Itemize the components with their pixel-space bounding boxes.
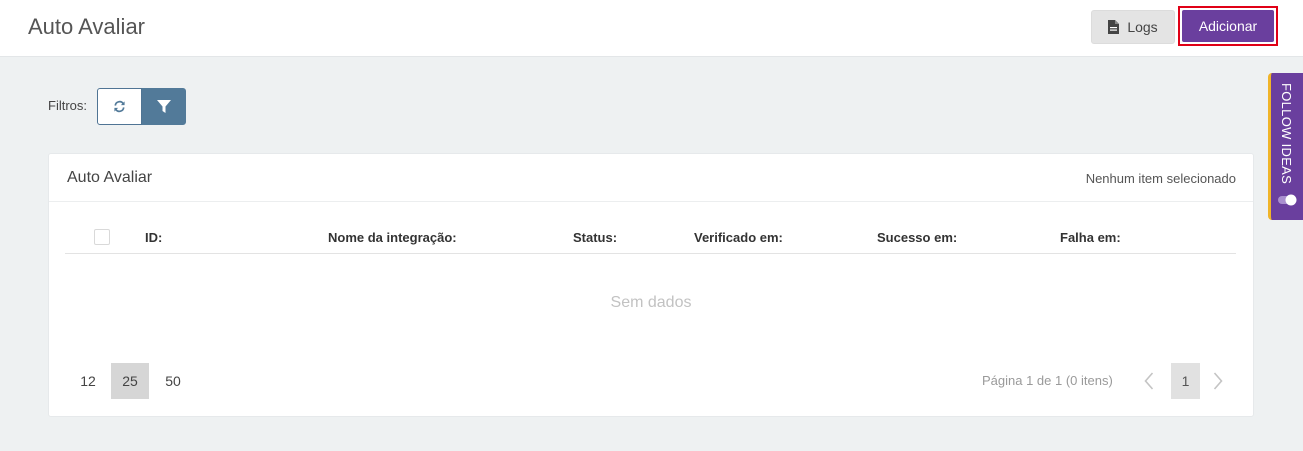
logs-button-label: Logs — [1127, 19, 1158, 35]
filter-icon — [157, 99, 171, 113]
file-icon — [1108, 20, 1120, 34]
auto-avaliar-panel: Auto Avaliar Nenhum item selecionado ID:… — [48, 153, 1254, 417]
pagination-info: Página 1 de 1 (0 itens) — [982, 373, 1113, 388]
prev-page-button[interactable] — [1142, 371, 1156, 391]
refresh-button[interactable] — [97, 88, 142, 125]
logs-button[interactable]: Logs — [1091, 10, 1175, 44]
page-size-25[interactable]: 25 — [111, 363, 149, 399]
add-button[interactable]: Adicionar — [1182, 10, 1274, 42]
next-page-button[interactable] — [1211, 371, 1225, 391]
filter-button[interactable] — [142, 88, 186, 125]
table-header: ID: Nome da integração: Status: Verifica… — [65, 216, 1236, 254]
empty-message: Sem dados — [610, 294, 692, 311]
panel-header: Auto Avaliar Nenhum item selecionado — [49, 154, 1253, 202]
column-header-success-at[interactable]: Sucesso em: — [877, 230, 957, 245]
column-header-id[interactable]: ID: — [145, 230, 162, 245]
chevron-left-icon — [1144, 372, 1154, 390]
page-title: Auto Avaliar — [28, 14, 146, 39]
column-header-failure-at[interactable]: Falha em: — [1060, 230, 1121, 245]
follow-ideas-label: FOLLOW IDEAS — [1279, 83, 1294, 185]
select-all-checkbox[interactable] — [94, 229, 110, 245]
refresh-icon — [114, 100, 125, 113]
page-size-50[interactable]: 50 — [155, 363, 191, 399]
column-header-verified-at[interactable]: Verificado em: — [694, 230, 783, 245]
panel-title: Auto Avaliar — [67, 169, 153, 186]
page-size-12[interactable]: 12 — [70, 363, 106, 399]
filters-label: Filtros: — [48, 98, 87, 113]
chevron-right-icon — [1213, 372, 1223, 390]
page-1-button[interactable]: 1 — [1171, 363, 1200, 399]
top-bar: Auto Avaliar Logs Adicionar — [0, 0, 1303, 57]
column-header-integration-name[interactable]: Nome da integração: — [328, 230, 457, 245]
follow-ideas-tab[interactable]: FOLLOW IDEAS — [1268, 73, 1303, 220]
column-header-status[interactable]: Status: — [573, 230, 617, 245]
toggle-icon — [1278, 194, 1297, 206]
selection-status: Nenhum item selecionado — [1085, 171, 1236, 186]
